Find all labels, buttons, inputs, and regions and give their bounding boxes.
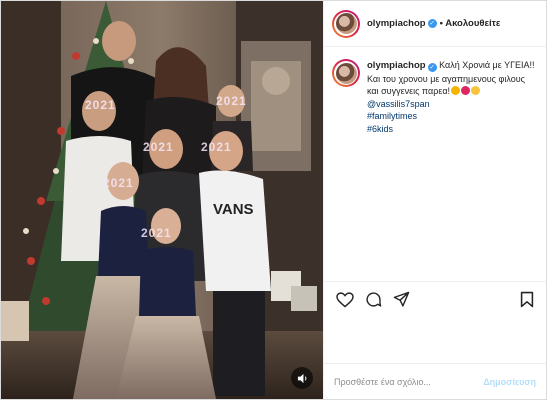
verified-badge-icon: ✓ xyxy=(427,19,437,28)
comment-button[interactable] xyxy=(362,289,384,311)
caption-line-2: Και του χρονου με αγαπημενους φιλους και… xyxy=(367,73,525,97)
save-button[interactable] xyxy=(516,289,538,311)
likes-area xyxy=(324,317,546,363)
comment-input[interactable] xyxy=(334,376,484,387)
post-sidebar: olympiachop ✓ • Ακολουθείτε olympiachop ✓… xyxy=(323,1,546,399)
instagram-post: VANS 2021 2021 2021 2021 2021 2021 olymp… xyxy=(0,0,547,400)
family-photo: VANS 2021 2021 2021 2021 2021 2021 xyxy=(1,1,323,399)
overlay-2021-text: 2021 xyxy=(103,176,134,190)
verified-badge-icon: ✓ xyxy=(427,63,437,72)
comment-form: Δημοσίευση xyxy=(324,363,546,399)
caption-text: olympiachop ✓ Καλή Χρονιά με ΥΓΕΙΑ!! Και … xyxy=(367,59,536,281)
caption-section: olympiachop ✓ Καλή Χρονιά με ΥΓΕΙΑ!! Και … xyxy=(324,47,546,281)
heart-emoji-icon xyxy=(461,86,471,95)
overlay-2021-text: 2021 xyxy=(201,140,232,154)
caption-line-1: Καλή Χρονιά με ΥΓΕΙΑ!! xyxy=(439,60,535,70)
post-header: olympiachop ✓ • Ακολουθείτε xyxy=(324,1,546,47)
hashtag-link[interactable]: #familytimes xyxy=(367,110,536,123)
paper-plane-icon xyxy=(393,291,409,307)
action-bar xyxy=(324,281,546,317)
avatar[interactable] xyxy=(332,9,360,38)
mention-link[interactable]: @vassilis7span xyxy=(367,98,536,111)
share-button[interactable] xyxy=(390,289,412,311)
following-button[interactable]: • Ακολουθείτε xyxy=(440,18,501,29)
caption-username[interactable]: olympiachop xyxy=(367,60,426,71)
overlay-2021-text: 2021 xyxy=(143,140,174,154)
kiss-emoji-icon xyxy=(471,86,481,95)
heart-icon xyxy=(336,291,354,308)
hashtag-link[interactable]: #6kids xyxy=(367,123,536,136)
comment-bubble-icon xyxy=(365,292,381,307)
publish-button[interactable]: Δημοσίευση xyxy=(483,377,536,387)
bookmark-icon xyxy=(520,291,534,308)
overlay-2021-text: 2021 xyxy=(141,226,172,240)
avatar[interactable] xyxy=(332,59,360,87)
like-button[interactable] xyxy=(334,289,356,311)
post-video[interactable]: VANS 2021 2021 2021 2021 2021 2021 xyxy=(1,1,323,399)
speaker-icon xyxy=(297,373,306,383)
username-link[interactable]: olympiachop xyxy=(367,18,426,29)
svg-text:VANS: VANS xyxy=(213,201,254,218)
overlay-2021-text: 2021 xyxy=(85,98,116,112)
mute-button[interactable] xyxy=(291,367,313,389)
sparkle-emoji-icon xyxy=(451,86,461,95)
overlay-2021-text: 2021 xyxy=(216,94,247,108)
